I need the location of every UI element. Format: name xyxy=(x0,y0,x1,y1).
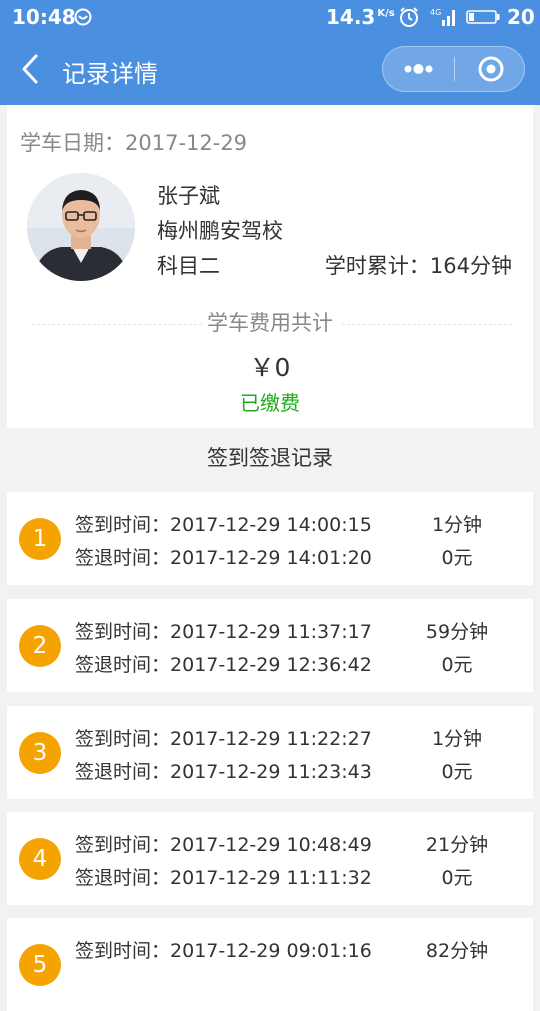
target-close-icon xyxy=(478,56,504,82)
checkin-label: 签到时间： xyxy=(75,834,171,856)
checkin-value: 2017-12-29 09:01:16 xyxy=(170,940,372,962)
payment-status: 已缴费 xyxy=(240,391,300,415)
checkout-value: 2017-12-29 12:36:42 xyxy=(170,654,372,676)
record-fee: 0元 xyxy=(441,867,473,889)
status-time: 10:48 xyxy=(12,5,76,29)
study-date: 学车日期：2017-12-29 xyxy=(20,127,247,157)
checkin-time: 签到时间：2017-12-29 11:37:17 xyxy=(75,617,372,644)
checkout-label: 签退时间： xyxy=(75,654,171,676)
record-duration: 59分钟 xyxy=(425,621,489,643)
checkin-time: 签到时间：2017-12-29 11:22:27 xyxy=(75,724,372,751)
checkin-label: 签到时间： xyxy=(75,514,171,536)
record-index-badge: 4 xyxy=(19,838,61,880)
record-item[interactable]: 2 签到时间：2017-12-29 11:37:17 签退时间：2017-12-… xyxy=(7,599,533,692)
checkin-value: 2017-12-29 11:22:27 xyxy=(170,728,372,750)
miniprogram-capsule xyxy=(382,46,525,92)
record-item[interactable]: 5 签到时间：2017-12-29 09:01:16 82分钟 xyxy=(7,918,533,1011)
network-speed-value: 14.3 xyxy=(326,5,376,29)
more-button[interactable] xyxy=(383,47,454,91)
record-duration: 1分钟 xyxy=(431,728,483,750)
record-index-badge: 3 xyxy=(19,732,61,774)
svg-text:4G: 4G xyxy=(430,8,441,17)
checkout-time: 签退时间：2017-12-29 11:11:32 xyxy=(75,863,372,890)
more-dots-icon xyxy=(404,64,433,74)
record-duration: 21分钟 xyxy=(425,834,489,856)
back-arrow-icon[interactable] xyxy=(18,52,42,86)
battery-icon xyxy=(466,10,500,24)
checkin-label: 签到时间： xyxy=(75,728,171,750)
checkin-time: 签到时间：2017-12-29 10:48:49 xyxy=(75,830,372,857)
record-item[interactable]: 3 签到时间：2017-12-29 11:22:27 签退时间：2017-12-… xyxy=(7,706,533,799)
app-notification-icon xyxy=(74,8,92,26)
record-index-badge: 1 xyxy=(19,518,61,560)
total-hours-label: 学时累计： xyxy=(324,254,430,278)
avatar-photo xyxy=(27,173,135,281)
record-item[interactable]: 4 签到时间：2017-12-29 10:48:49 签退时间：2017-12-… xyxy=(7,812,533,905)
status-bar: 10:48 14.3 K/s 4G 20 xyxy=(0,0,540,34)
avatar xyxy=(27,173,135,281)
fee-total-label: 学车费用共计 xyxy=(207,311,333,335)
close-miniprogram-button[interactable] xyxy=(455,47,524,91)
alarm-icon xyxy=(400,7,418,27)
checkout-value: 2017-12-29 11:23:43 xyxy=(170,761,372,783)
checkout-label: 签退时间： xyxy=(75,867,171,889)
checkout-time: 签退时间：2017-12-29 12:36:42 xyxy=(75,650,372,677)
study-date-value: 2017-12-29 xyxy=(125,131,248,155)
checkin-label: 签到时间： xyxy=(75,940,171,962)
subject: 科目二 xyxy=(157,254,220,278)
record-item[interactable]: 1 签到时间：2017-12-29 14:00:15 签退时间：2017-12-… xyxy=(7,492,533,585)
driving-school: 梅州鹏安驾校 xyxy=(157,219,283,243)
record-fee: 0元 xyxy=(441,761,473,783)
checkin-time: 签到时间：2017-12-29 09:01:16 xyxy=(75,936,372,963)
checkin-value: 2017-12-29 10:48:49 xyxy=(170,834,372,856)
record-duration: 82分钟 xyxy=(425,940,489,962)
record-index-badge: 5 xyxy=(19,944,61,986)
checkin-value: 2017-12-29 11:37:17 xyxy=(170,621,372,643)
record-fee: 0元 xyxy=(441,654,473,676)
study-date-label: 学车日期： xyxy=(20,131,125,155)
checkin-label: 签到时间： xyxy=(75,621,171,643)
checkout-label: 签退时间： xyxy=(75,547,171,569)
network-speed: 14.3 K/s xyxy=(326,5,395,29)
record-index-badge: 2 xyxy=(19,625,61,667)
signal-4g-icon: 4G xyxy=(430,8,455,26)
checkout-value: 2017-12-29 14:01:20 xyxy=(170,547,372,569)
section-title: 签到签退记录 xyxy=(207,446,333,470)
battery-level: 20 xyxy=(507,5,535,29)
total-hours: 学时累计：164分钟 xyxy=(325,250,512,280)
checkout-time: 签退时间：2017-12-29 14:01:20 xyxy=(75,543,372,570)
network-speed-unit: K/s xyxy=(377,8,395,20)
total-hours-value: 164分钟 xyxy=(429,254,512,278)
page-title: 记录详情 xyxy=(62,60,158,88)
checkin-time: 签到时间：2017-12-29 14:00:15 xyxy=(75,510,372,537)
checkout-time: 签退时间：2017-12-29 11:23:43 xyxy=(75,757,372,784)
student-name: 张子斌 xyxy=(157,184,220,208)
fee-amount: ￥0 xyxy=(249,353,291,382)
checkin-value: 2017-12-29 14:00:15 xyxy=(170,514,372,536)
record-fee: 0元 xyxy=(441,547,473,569)
checkout-label: 签退时间： xyxy=(75,761,171,783)
student-info-card: 学车日期：2017-12-29 张子斌 梅州鹏安驾校 科目二 学时累计：164分… xyxy=(7,105,533,428)
record-duration: 1分钟 xyxy=(431,514,483,536)
app-header: 10:48 14.3 K/s 4G 20 记录详情 xyxy=(0,0,540,105)
checkout-value: 2017-12-29 11:11:32 xyxy=(170,867,372,889)
